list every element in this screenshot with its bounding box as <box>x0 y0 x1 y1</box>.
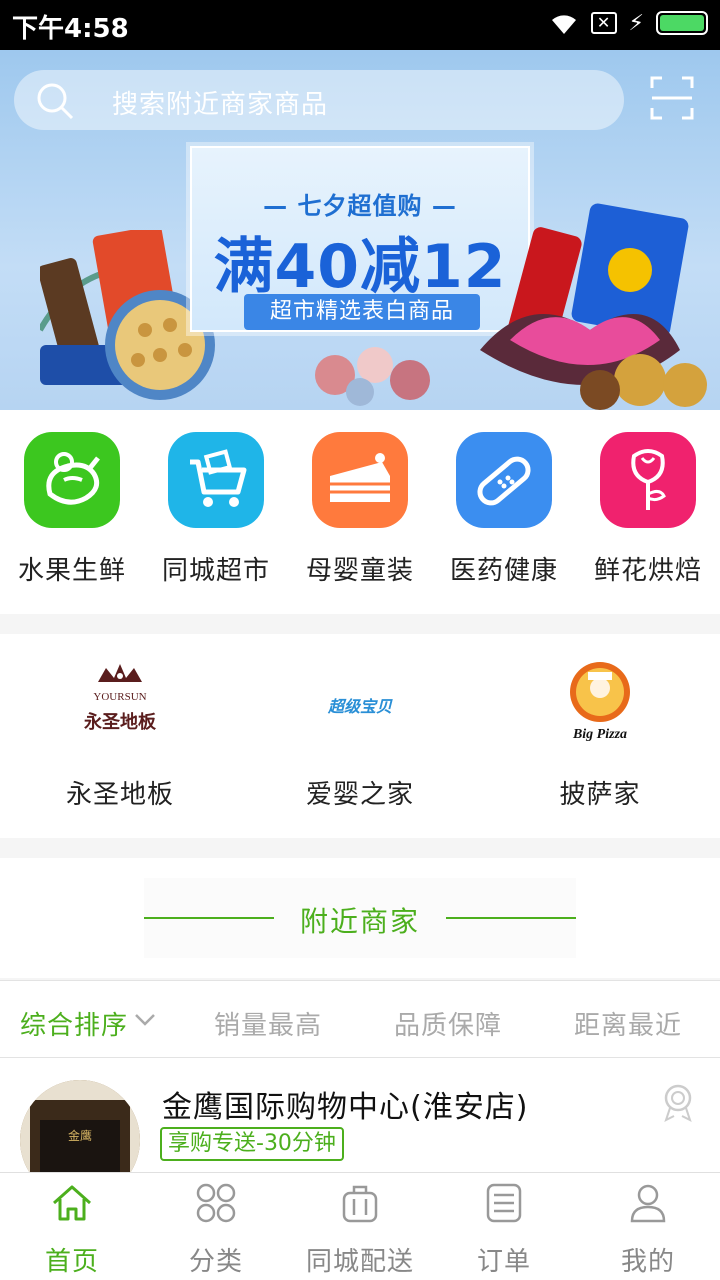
sort-sales[interactable]: 销量最高 <box>214 1005 322 1042</box>
brand-aiying[interactable]: 超级宝贝 爱婴之家 <box>260 654 460 824</box>
brand-label: 披萨家 <box>559 780 641 810</box>
search-icon <box>37 83 74 120</box>
tab-profile[interactable]: 我的 <box>576 1173 720 1280</box>
yoursun-logo: YOURSUN 永圣地板 <box>70 654 170 754</box>
tab-category[interactable]: 分类 <box>144 1173 288 1280</box>
search-bar[interactable]: 搜索附近商家商品 <box>14 70 624 130</box>
quality-badge-icon <box>664 1084 692 1122</box>
category-label: 同城超市 <box>161 556 270 586</box>
svg-text:金鹰: 金鹰 <box>68 1128 92 1143</box>
promo-sub-text: 超市精选表白商品 <box>269 299 454 324</box>
category-grid-icon <box>196 1183 236 1223</box>
svg-text:YOURSUN: YOURSUN <box>93 691 146 703</box>
user-icon <box>630 1184 666 1223</box>
store-list-item[interactable]: 金鹰 金鹰国际购物中心(淮安店) 享购专送-30分钟 <box>0 1058 720 1172</box>
home-icon <box>53 1185 91 1221</box>
chevron-down-icon[interactable] <box>134 1013 156 1027</box>
brand-label: 爱婴之家 <box>305 780 414 810</box>
nearby-section: 附近商家 <box>0 858 720 978</box>
super-baby-logo: 超级宝贝 <box>310 654 410 754</box>
gift-products-image <box>480 203 707 410</box>
tab-label: 订单 <box>476 1247 531 1277</box>
category-supermarket[interactable]: 同城超市 <box>144 432 288 602</box>
status-time: 下午4:58 <box>12 14 129 44</box>
big-pizza-logo: Big Pizza <box>550 654 650 754</box>
charging-icon: ⚡ <box>628 10 644 36</box>
svg-text:Big Pizza: Big Pizza <box>572 727 627 742</box>
battery-icon <box>656 11 708 35</box>
tab-delivery[interactable]: 同城配送 <box>288 1173 432 1280</box>
flowers-image <box>315 347 430 406</box>
category-label: 水果生鲜 <box>17 556 126 586</box>
category-medicine-health[interactable]: 医药健康 <box>432 432 576 602</box>
search-placeholder: 搜索附近商家商品 <box>112 90 329 120</box>
promo-sub-box: 超市精选表白商品 <box>244 294 480 330</box>
category-label: 鲜花烘焙 <box>593 556 702 586</box>
svg-text:超级宝贝: 超级宝贝 <box>327 697 393 716</box>
sort-distance[interactable]: 距离最近 <box>574 1005 682 1042</box>
promo-top-text: — 七夕超值购 — <box>263 192 457 220</box>
order-list-icon <box>486 1183 522 1223</box>
brand-pizza[interactable]: Big Pizza 披萨家 <box>500 654 700 824</box>
status-icons: ✕ ⚡ <box>549 10 708 36</box>
bandage-icon <box>456 432 552 528</box>
tab-orders[interactable]: 订单 <box>432 1173 576 1280</box>
brand-yoursun[interactable]: YOURSUN 永圣地板 永圣地板 <box>20 654 220 824</box>
store-name: 金鹰国际购物中心(淮安店) <box>162 1090 529 1125</box>
tab-label: 同城配送 <box>305 1247 414 1277</box>
tab-label: 分类 <box>188 1247 243 1277</box>
store-avatar: 金鹰 <box>20 1080 140 1172</box>
rose-icon <box>600 432 696 528</box>
bottom-tab-bar: 首页 分类 同城配送 订单 我的 <box>0 1172 720 1280</box>
luggage-icon <box>342 1185 378 1223</box>
featured-brands: YOURSUN 永圣地板 永圣地板 超级宝贝 爱婴之家 Big Pizza 披萨… <box>0 634 720 838</box>
scan-icon[interactable] <box>650 76 694 120</box>
eggplant-icon <box>24 432 120 528</box>
sort-quality[interactable]: 品质保障 <box>394 1005 502 1042</box>
category-label: 医药健康 <box>449 556 558 586</box>
promo-card: — 七夕超值购 — 满40减12 超市精选表白商品 <box>190 146 530 332</box>
nearby-title-wrap: 附近商家 <box>144 878 576 958</box>
svg-text:永圣地板: 永圣地板 <box>83 711 157 733</box>
divider <box>446 917 576 919</box>
shopping-cart-icon <box>168 432 264 528</box>
category-baby-kids[interactable]: 母婴童装 <box>288 432 432 602</box>
sort-comprehensive[interactable]: 综合排序 <box>20 1005 128 1042</box>
nearby-title: 附近商家 <box>299 905 420 938</box>
tab-home[interactable]: 首页 <box>0 1173 144 1280</box>
promo-main-text: 满40减12 <box>213 232 507 302</box>
tab-label: 我的 <box>620 1247 675 1277</box>
no-sim-icon: ✕ <box>590 12 617 34</box>
promo-banner[interactable]: 搜索附近商家商品 — 七夕超值购 — 满40减12 超市精选表白商品 <box>0 50 720 410</box>
delivery-tag: 享购专送-30分钟 <box>160 1127 344 1161</box>
tab-label: 首页 <box>44 1247 99 1277</box>
status-bar: 下午4:58 ✕ ⚡ <box>0 0 720 50</box>
category-label: 母婴童装 <box>305 556 414 586</box>
cake-icon <box>312 432 408 528</box>
brand-label: 永圣地板 <box>65 780 174 810</box>
category-flowers-bakery[interactable]: 鲜花烘焙 <box>576 432 720 602</box>
sort-bar: 综合排序 销量最高 品质保障 距离最近 <box>0 980 720 1058</box>
wifi-icon <box>551 15 576 34</box>
category-grid: 水果生鲜 同城超市 母婴童装 医药健康 鲜花烘焙 <box>0 410 720 614</box>
category-fruit-fresh[interactable]: 水果生鲜 <box>0 432 144 602</box>
